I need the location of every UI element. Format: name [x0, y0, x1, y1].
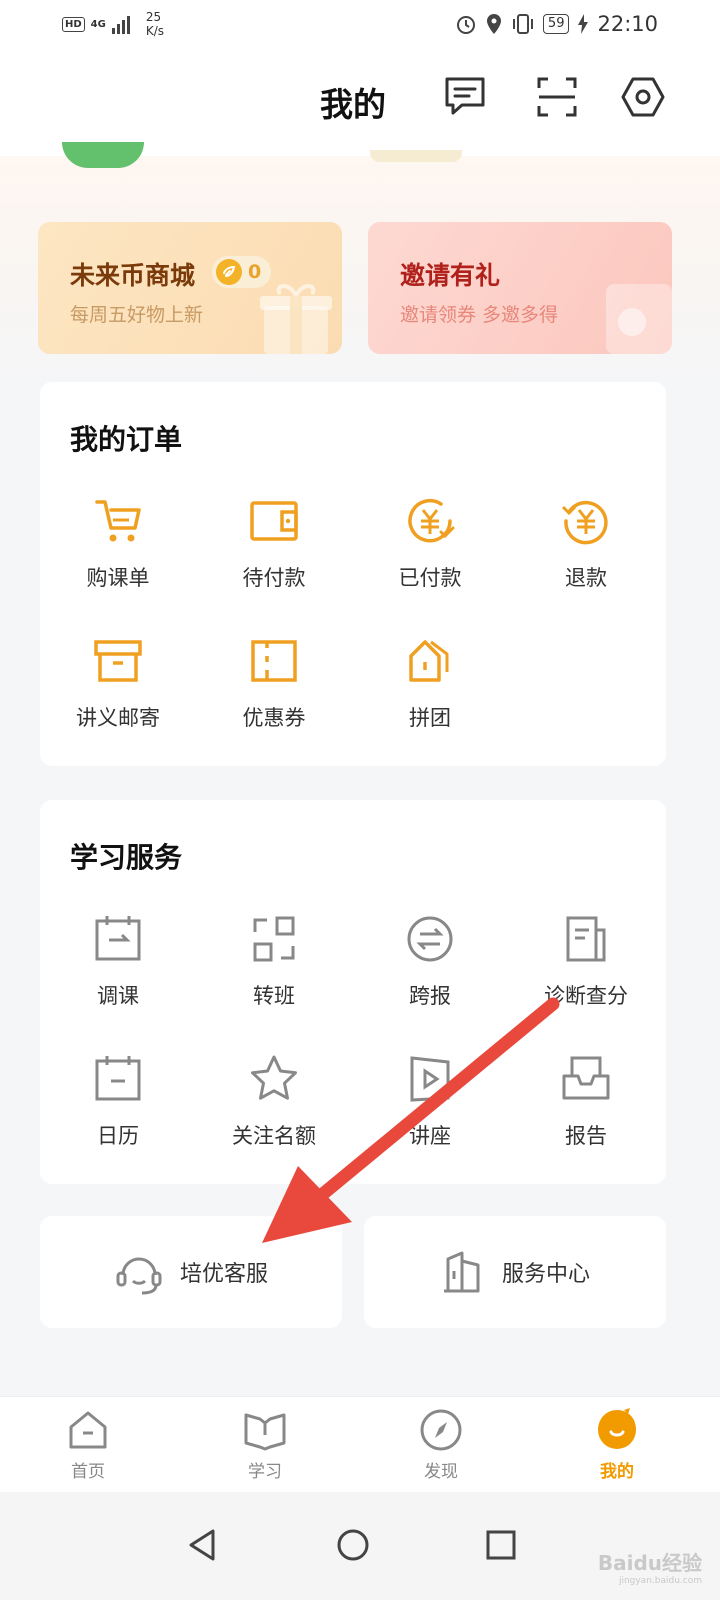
star-icon	[251, 1055, 297, 1100]
page-title: 我的	[320, 85, 386, 124]
home-circle-icon	[337, 1529, 369, 1561]
order-paid[interactable]: 已付款	[352, 494, 508, 592]
lecture-play-icon	[410, 1056, 450, 1102]
signal-icon	[111, 14, 130, 34]
coin-icon	[216, 259, 242, 285]
gift-icon	[260, 284, 332, 354]
baidu-watermark: Baidu经验 jingyan.baidu.com	[597, 1551, 702, 1586]
page-header: 我的	[0, 48, 720, 156]
service-report[interactable]: 报告	[508, 1052, 664, 1150]
customer-service-button[interactable]: 培优客服	[40, 1216, 342, 1328]
headset-icon	[116, 1257, 162, 1295]
battery-level: 59	[542, 14, 570, 34]
network-type: 4G	[90, 18, 106, 30]
service-center-button[interactable]: 服务中心	[364, 1216, 666, 1328]
message-icon[interactable]	[442, 74, 488, 120]
service-center-label: 服务中心	[501, 1262, 590, 1287]
building-icon	[443, 1251, 480, 1293]
order-refund[interactable]: 退款	[508, 494, 664, 592]
orders-card: 我的订单 购课单 待付款 已付款 退款 讲义邮寄 优惠券 拼团	[40, 382, 666, 766]
avatar[interactable]	[62, 142, 144, 168]
wallet-icon	[250, 501, 298, 541]
order-cart[interactable]: 购课单	[40, 494, 196, 592]
service-lecture[interactable]: 讲座	[352, 1052, 508, 1150]
recents-button[interactable]	[466, 1510, 536, 1580]
order-pending-payment[interactable]: 待付款	[196, 494, 352, 592]
order-group-buy[interactable]: 拼团	[352, 634, 508, 732]
coin-mall-subtitle: 每周五好物上新	[70, 304, 204, 326]
nav-profile[interactable]: 我的	[572, 1407, 662, 1482]
back-button[interactable]	[168, 1510, 238, 1580]
nav-home[interactable]: 首页	[43, 1407, 133, 1482]
home-button[interactable]	[318, 1510, 388, 1580]
yuan-check-icon	[408, 498, 455, 543]
invite-title: 邀请有礼	[400, 261, 501, 290]
cross-enroll-icon	[407, 916, 453, 962]
charging-icon	[578, 14, 589, 34]
envelope-icon	[606, 284, 672, 354]
order-coupons[interactable]: 优惠券	[196, 634, 352, 732]
invite-card[interactable]: 邀请有礼 邀请领券 多邀多得	[368, 222, 672, 354]
services-title: 学习服务	[70, 841, 183, 874]
alarm-icon	[456, 16, 475, 34]
vibrate-icon	[512, 14, 533, 34]
transfer-class-icon	[253, 916, 295, 962]
service-reschedule[interactable]: 调课	[40, 912, 196, 1010]
compass-icon	[420, 1409, 462, 1451]
scan-icon[interactable]	[534, 74, 580, 120]
calendar-icon	[95, 1056, 141, 1101]
coin-mall-card[interactable]: 未来币商城 0 每周五好物上新	[38, 222, 342, 354]
status-bar: HD 4G 25 K/s 59 22:10	[0, 0, 720, 48]
service-score-diagnosis[interactable]: 诊断查分	[508, 912, 664, 1010]
settings-icon[interactable]	[620, 74, 666, 120]
book-icon	[244, 1413, 286, 1451]
box-icon	[94, 640, 142, 682]
service-transfer-class[interactable]: 转班	[196, 912, 352, 1010]
group-buy-icon	[409, 640, 449, 682]
service-follow-quota[interactable]: 关注名额	[196, 1052, 352, 1150]
coin-mall-title: 未来币商城	[70, 261, 196, 290]
coupon-icon	[251, 640, 297, 682]
customer-service-label: 培优客服	[179, 1262, 268, 1287]
clock: 22:10	[597, 12, 658, 36]
home-icon	[69, 1411, 107, 1449]
network-speed: 25 K/s	[145, 10, 165, 38]
bottom-nav: 首页 学习 发现 我的	[0, 1396, 720, 1492]
inbox-report-icon	[562, 1056, 610, 1100]
profile-icon	[598, 1408, 636, 1450]
cart-icon	[95, 500, 141, 542]
invite-subtitle: 邀请领券 多邀多得	[400, 304, 559, 326]
hd-indicator: HD	[62, 16, 85, 32]
order-handout-mail[interactable]: 讲义邮寄	[40, 634, 196, 732]
orders-title: 我的订单	[70, 423, 183, 456]
study-services-card: 学习服务 调课 转班 跨报 诊断查分 日历 关注名额 讲座 报告	[40, 800, 666, 1184]
nav-discover[interactable]: 发现	[396, 1407, 486, 1482]
back-triangle-icon	[189, 1529, 215, 1561]
service-calendar[interactable]: 日历	[40, 1052, 196, 1150]
reschedule-icon	[95, 916, 141, 961]
member-badge	[370, 150, 462, 162]
recents-square-icon	[486, 1530, 516, 1560]
system-nav-bar: Baidu经验 jingyan.baidu.com	[0, 1492, 720, 1600]
location-icon	[486, 14, 501, 34]
service-cross-enroll[interactable]: 跨报	[352, 912, 508, 1010]
nav-study[interactable]: 学习	[220, 1407, 310, 1482]
yuan-refund-icon	[561, 500, 608, 545]
score-report-icon	[566, 916, 606, 962]
